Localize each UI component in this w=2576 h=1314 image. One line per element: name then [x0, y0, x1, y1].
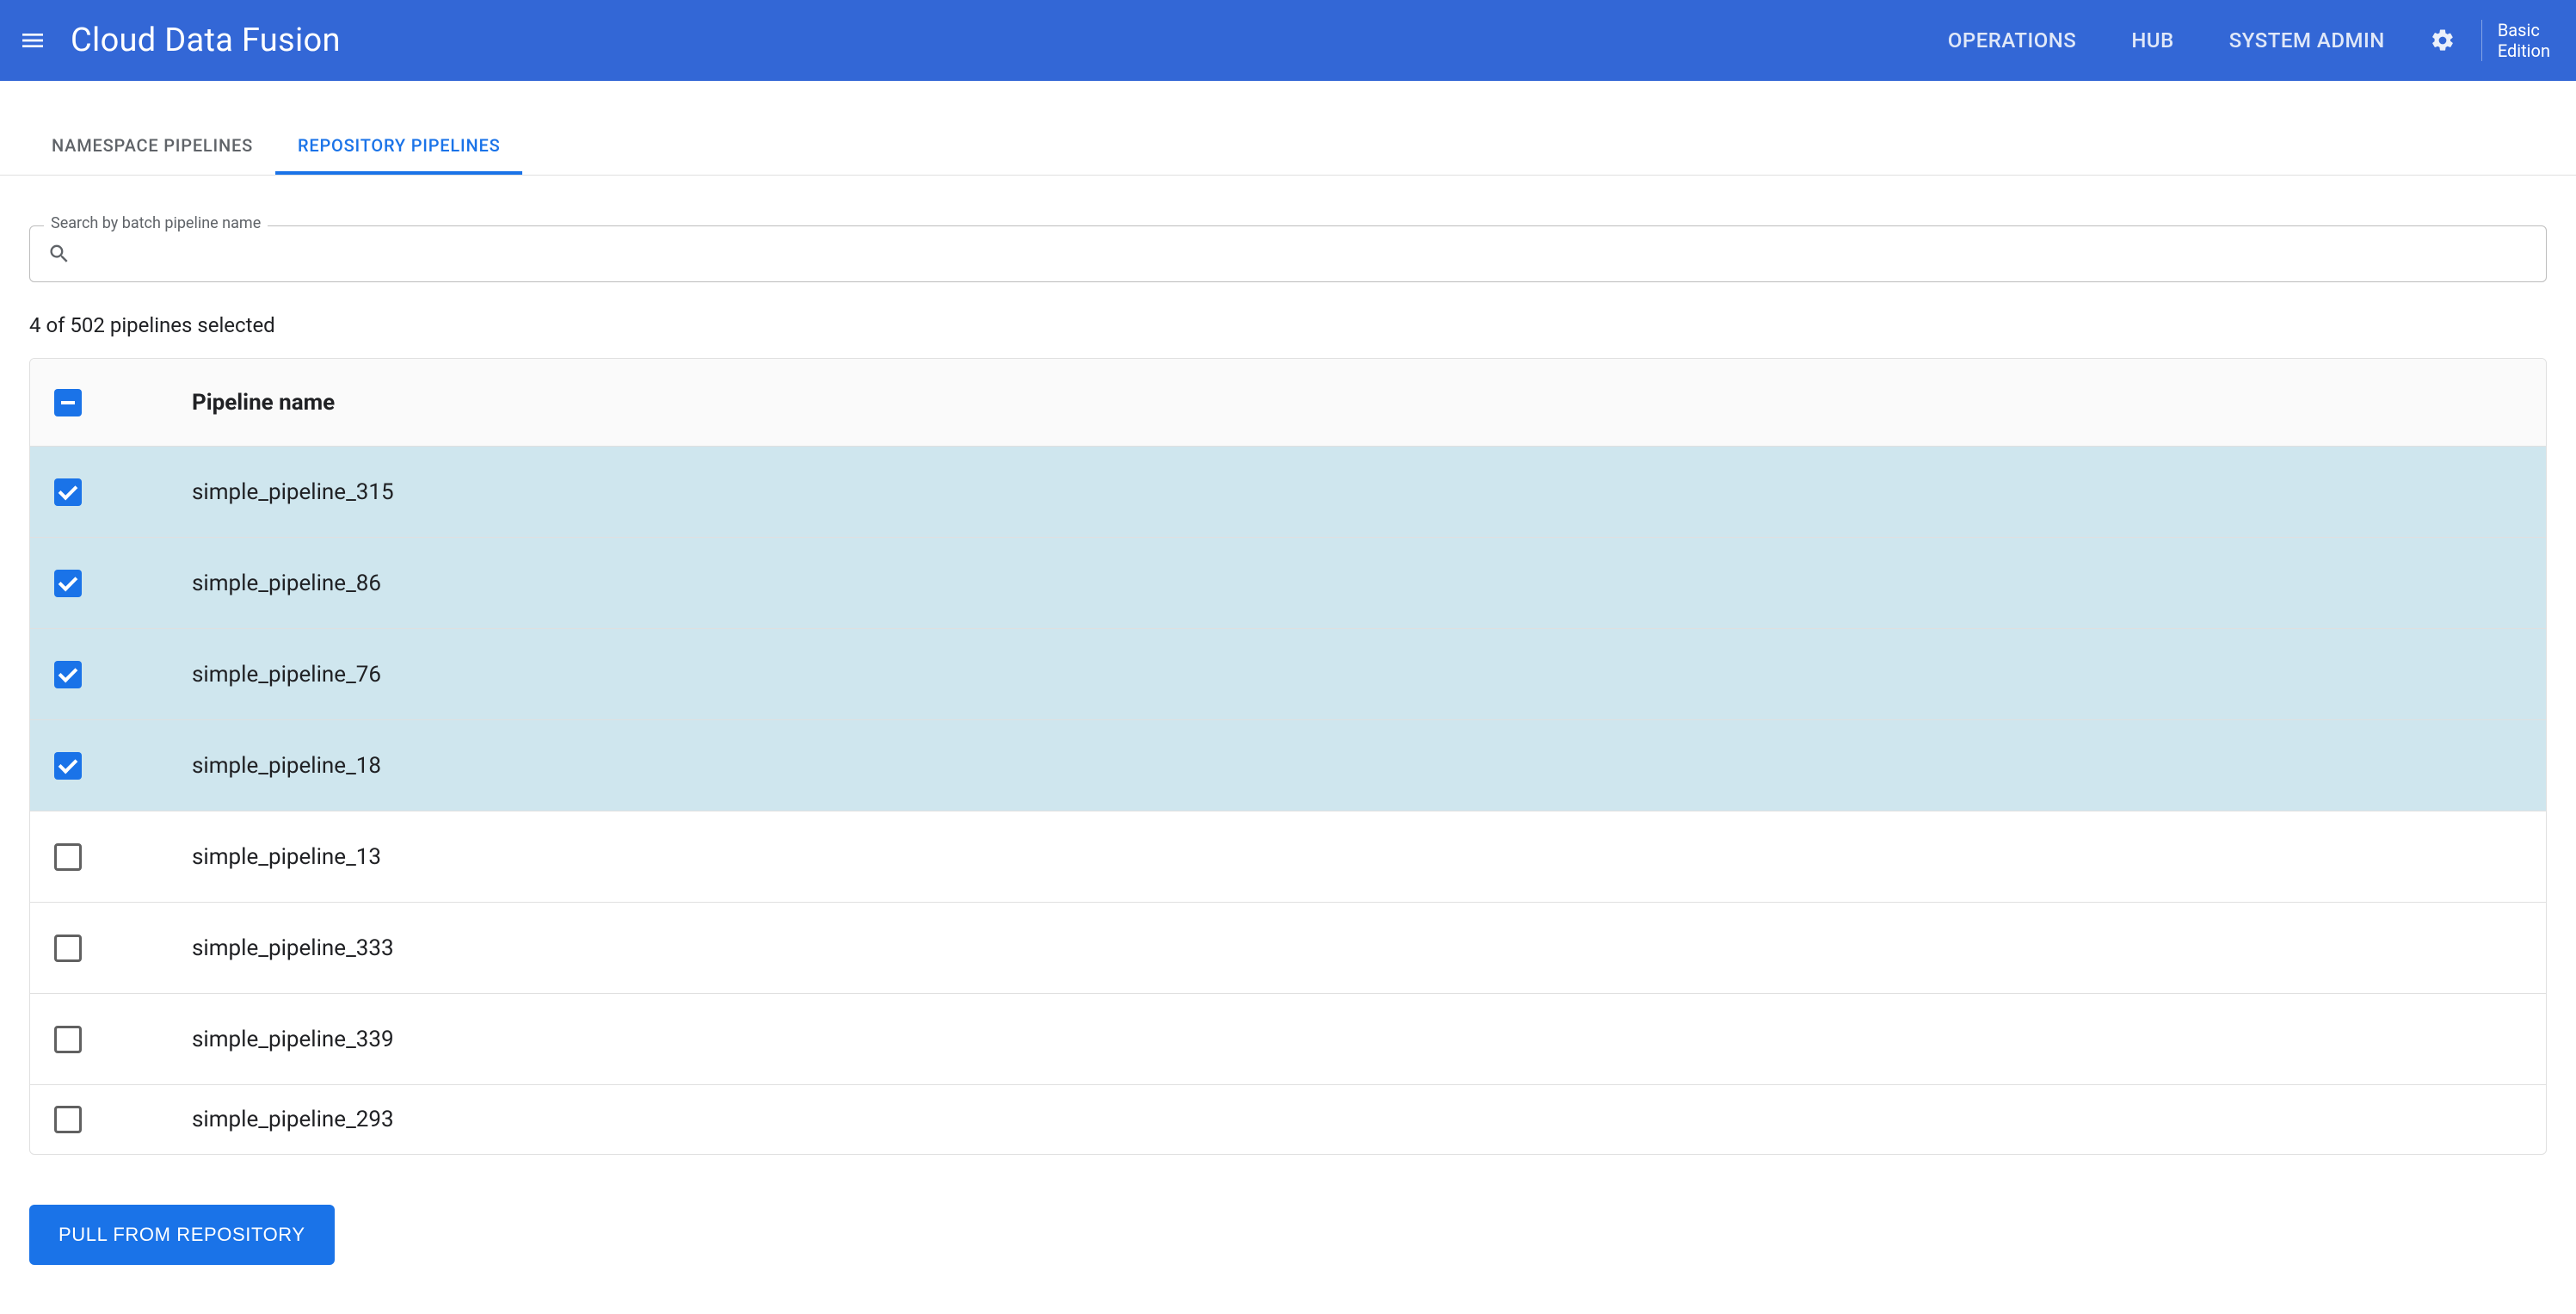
- nav-operations[interactable]: OPERATIONS: [1920, 28, 2104, 52]
- table-row[interactable]: simple_pipeline_293: [30, 1085, 2546, 1154]
- vertical-divider: [2481, 20, 2482, 61]
- menu-icon[interactable]: [15, 23, 50, 58]
- row-checkbox[interactable]: [54, 1106, 82, 1133]
- pipeline-name: simple_pipeline_333: [192, 935, 2522, 961]
- table-row[interactable]: simple_pipeline_13: [30, 811, 2546, 903]
- nav-system-admin[interactable]: SYSTEM ADMIN: [2202, 28, 2413, 52]
- search-icon: [47, 242, 71, 266]
- brand-title: Cloud Data Fusion: [71, 22, 341, 59]
- row-checkbox[interactable]: [54, 478, 82, 506]
- tab-namespace-pipelines[interactable]: NAMESPACE PIPELINES: [29, 120, 275, 175]
- table-row[interactable]: simple_pipeline_86: [30, 538, 2546, 629]
- app-bar: Cloud Data Fusion OPERATIONS HUB SYSTEM …: [0, 0, 2576, 81]
- search-input[interactable]: [83, 242, 2529, 266]
- nav-hub[interactable]: HUB: [2104, 28, 2201, 52]
- pipeline-name: simple_pipeline_86: [192, 571, 2522, 596]
- pipeline-name: simple_pipeline_315: [192, 479, 2522, 505]
- edition-label: Basic Edition: [2498, 20, 2550, 61]
- search-field[interactable]: Search by batch pipeline name: [29, 225, 2547, 282]
- row-checkbox[interactable]: [54, 935, 82, 962]
- edition-line2: Edition: [2498, 40, 2550, 61]
- tab-bar: NAMESPACE PIPELINES REPOSITORY PIPELINES: [0, 81, 2576, 176]
- table-row[interactable]: simple_pipeline_333: [30, 903, 2546, 994]
- table-row[interactable]: simple_pipeline_76: [30, 629, 2546, 720]
- column-pipeline-name: Pipeline name: [192, 390, 2522, 416]
- select-all-checkbox[interactable]: [54, 389, 82, 416]
- selection-summary: 4 of 502 pipelines selected: [0, 282, 2576, 358]
- pull-from-repository-button[interactable]: PULL FROM REPOSITORY: [29, 1205, 335, 1265]
- row-checkbox[interactable]: [54, 1026, 82, 1053]
- search-row: Search by batch pipeline name: [0, 176, 2576, 282]
- settings-icon[interactable]: [2413, 28, 2473, 53]
- pipeline-name: simple_pipeline_293: [192, 1107, 2522, 1132]
- pipeline-name: simple_pipeline_76: [192, 662, 2522, 688]
- pipeline-name: simple_pipeline_339: [192, 1027, 2522, 1052]
- action-row: PULL FROM REPOSITORY: [0, 1155, 2576, 1299]
- search-label: Search by batch pipeline name: [44, 214, 268, 232]
- edition-line1: Basic: [2498, 20, 2550, 40]
- nav-right: OPERATIONS HUB SYSTEM ADMIN Basic Editio…: [1920, 20, 2550, 61]
- pipeline-table: Pipeline name simple_pipeline_315 simple…: [29, 358, 2547, 1155]
- pipeline-name: simple_pipeline_18: [192, 753, 2522, 779]
- table-row[interactable]: simple_pipeline_18: [30, 720, 2546, 811]
- table-header-row: Pipeline name: [30, 359, 2546, 447]
- table-row[interactable]: simple_pipeline_315: [30, 447, 2546, 538]
- row-checkbox[interactable]: [54, 661, 82, 688]
- row-checkbox[interactable]: [54, 843, 82, 871]
- pipeline-name: simple_pipeline_13: [192, 844, 2522, 870]
- row-checkbox[interactable]: [54, 570, 82, 597]
- table-row[interactable]: simple_pipeline_339: [30, 994, 2546, 1085]
- row-checkbox[interactable]: [54, 752, 82, 780]
- tab-repository-pipelines[interactable]: REPOSITORY PIPELINES: [275, 120, 522, 175]
